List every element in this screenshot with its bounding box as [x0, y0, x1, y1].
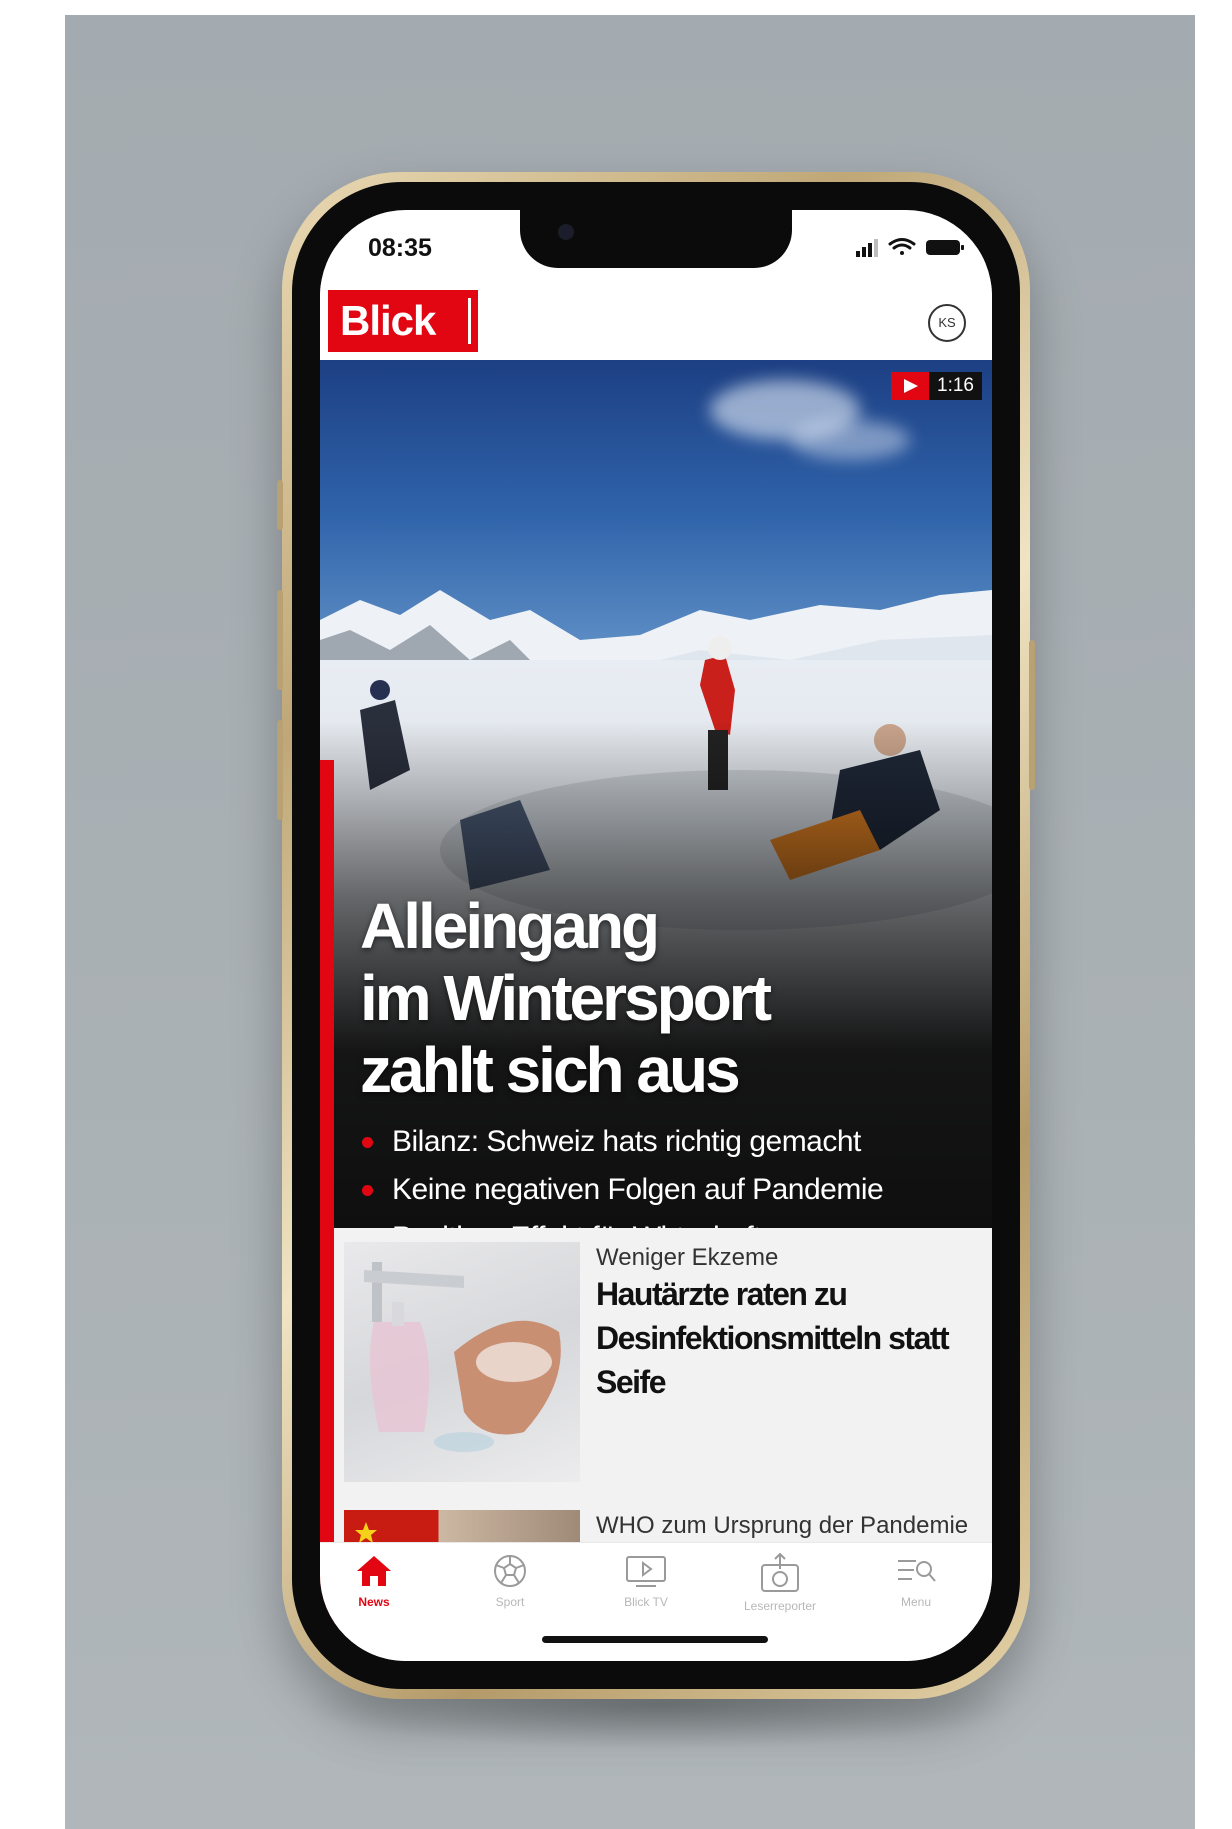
tab-label: Leserreporter	[743, 1599, 817, 1613]
soccer-ball-icon	[494, 1555, 526, 1587]
hero-article[interactable]: 1:16 Alleingang im Wintersport zahlt sic…	[320, 360, 992, 1228]
wifi-icon	[888, 238, 916, 255]
logo-divider	[468, 298, 471, 344]
home-indicator[interactable]	[542, 1636, 768, 1643]
hero-image-cloud	[790, 420, 910, 460]
article-headline: Hautärzte raten zu Desinfektionsmitteln …	[596, 1276, 950, 1400]
app-header: Blick KS	[320, 282, 992, 360]
front-camera	[558, 224, 574, 240]
blick-logo[interactable]: Blick	[328, 290, 478, 352]
mute-switch	[277, 480, 283, 530]
volume-down-button	[277, 720, 283, 820]
tab-news[interactable]: News	[320, 1553, 434, 1609]
hero-bullet-list: Bilanz: Schweiz hats richtig gemacht Kei…	[360, 1118, 980, 1228]
battery-icon	[926, 240, 964, 255]
power-button	[1029, 640, 1035, 790]
tab-label: Blick TV	[624, 1595, 668, 1609]
hero-bullet: Keine negativen Folgen auf Pandemie	[360, 1166, 980, 1214]
tab-leserreporter[interactable]: Leserreporter	[720, 1553, 840, 1613]
article-kicker: WHO zum Ursprung der Pandemie	[596, 1512, 969, 1539]
status-icons	[856, 238, 964, 257]
profile-avatar[interactable]: KS	[928, 304, 966, 342]
hero-headline[interactable]: Alleingang im Wintersport zahlt sich aus	[360, 890, 960, 1106]
logo-text: Blick	[340, 297, 436, 344]
video-duration: 1:16	[929, 372, 982, 400]
tab-blick-tv[interactable]: Blick TV	[586, 1553, 706, 1609]
section-red-rail	[320, 760, 334, 1661]
status-time: 08:35	[368, 234, 432, 262]
hero-bullet: Bilanz: Schweiz hats richtig gemacht	[360, 1118, 980, 1166]
tab-label: Sport	[495, 1595, 525, 1609]
hero-headline-line: im Wintersport	[360, 962, 772, 1034]
volume-up-button	[277, 590, 283, 690]
bottom-tab-bar: News Sport Blick TV Leserreporter Menu	[320, 1542, 992, 1661]
handwash-illustration	[364, 1262, 561, 1452]
tab-menu[interactable]: Menu	[856, 1553, 976, 1609]
signal-icon	[856, 239, 878, 257]
hero-bullet: Positiver Effekt für Wirtschaft	[360, 1214, 980, 1228]
home-icon	[357, 1556, 391, 1586]
tab-label: News	[358, 1595, 390, 1609]
notch	[520, 210, 792, 268]
tv-play-icon	[626, 1556, 666, 1587]
phone-screen: 08:35 Blick KS 1:16 Alleingang im Winter…	[320, 210, 992, 1661]
article-teaser[interactable]: Weniger Ekzeme Hautärzte raten zu Desinf…	[334, 1228, 992, 1496]
hero-headline-line: Alleingang	[360, 890, 660, 962]
play-icon	[891, 372, 930, 400]
hero-headline-line: zahlt sich aus	[360, 1034, 741, 1106]
menu-search-icon	[898, 1560, 936, 1582]
tab-sport[interactable]: Sport	[450, 1553, 570, 1609]
camera-upload-icon	[761, 1553, 799, 1592]
video-badge[interactable]: 1:16	[891, 372, 982, 400]
article-kicker: Weniger Ekzeme	[596, 1244, 779, 1271]
article-thumbnail	[344, 1242, 580, 1482]
tab-label: Menu	[900, 1595, 932, 1609]
